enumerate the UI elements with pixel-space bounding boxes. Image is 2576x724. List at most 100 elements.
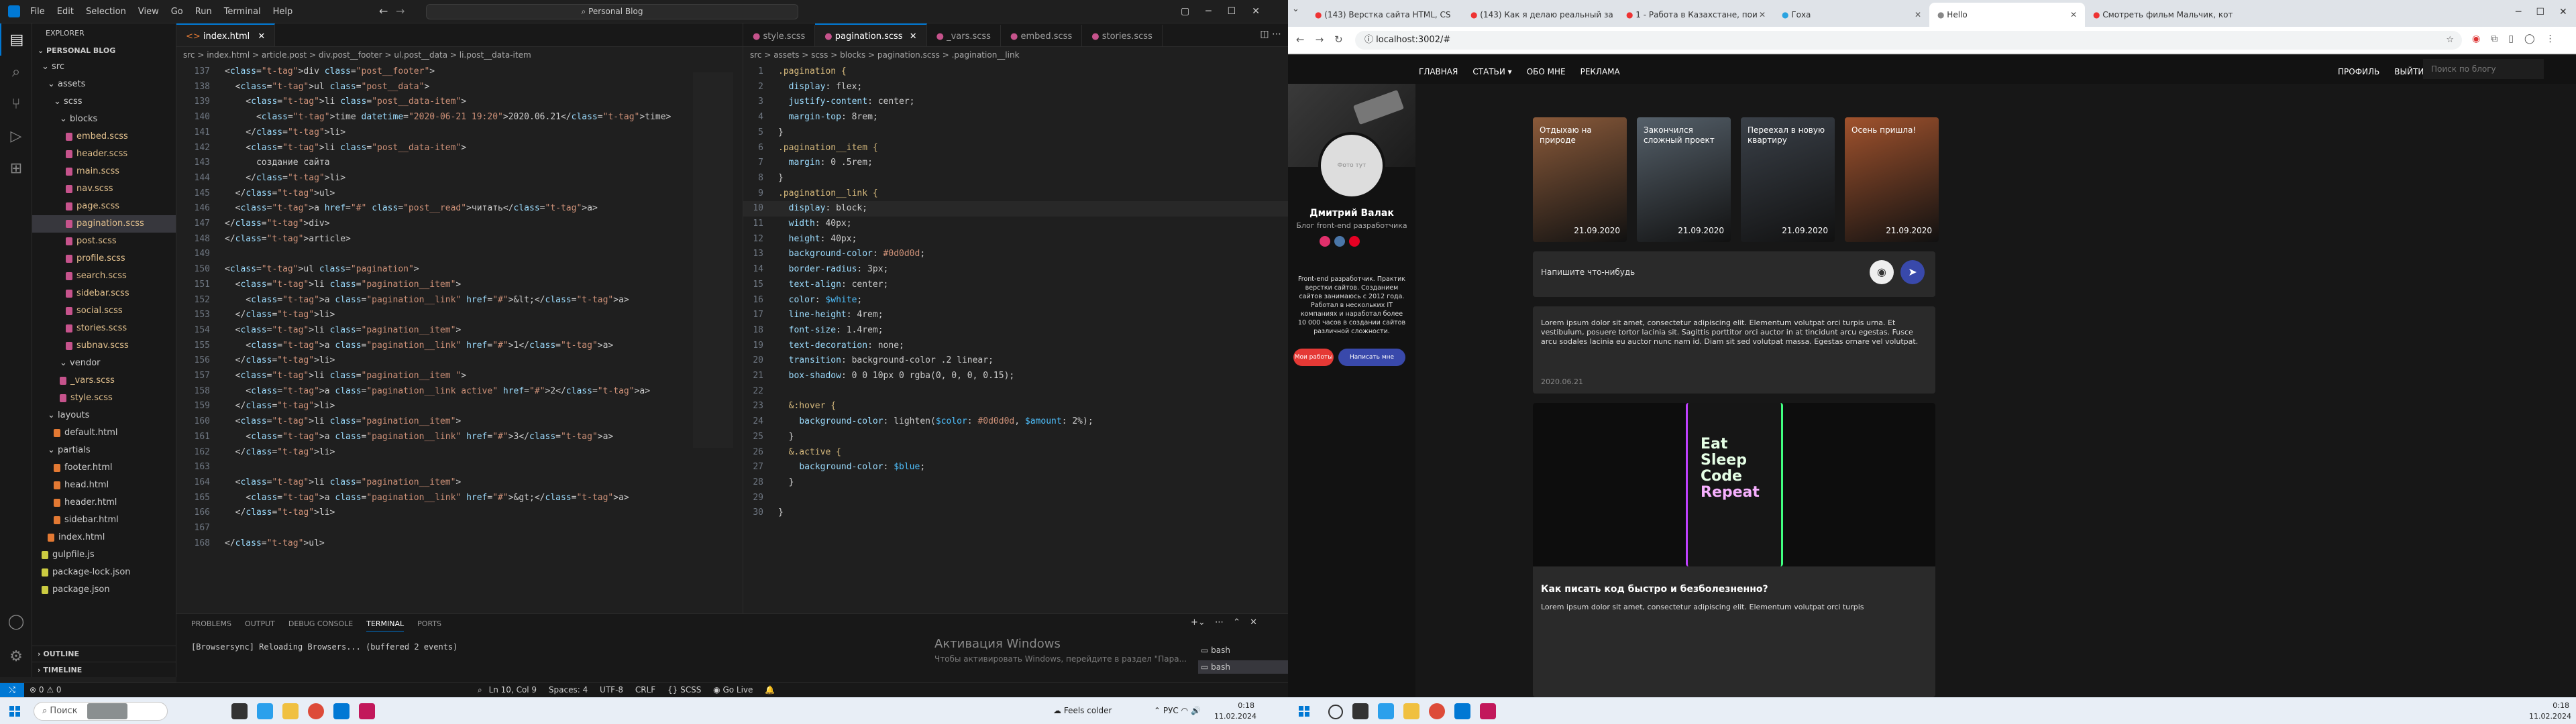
panel-tab-problems[interactable]: PROBLEMS [191,619,231,628]
language-mode[interactable]: {} SCSS [667,685,701,695]
code-line[interactable]: 10 display: block; [743,201,1288,217]
file-explorer-icon[interactable] [1403,703,1419,719]
explorer-icon[interactable]: ▤ [0,23,32,56]
widgets-icon[interactable] [257,703,273,719]
close-window-icon[interactable]: ✕ [2559,7,2567,17]
code-line[interactable]: 144 </class="t-tag">li> [176,171,743,186]
panel-tab-debug-console[interactable]: DEBUG CONSOLE [288,619,353,628]
file-explorer-icon[interactable] [282,703,299,719]
tree-file[interactable]: sidebar.scss [32,285,176,302]
tree-file[interactable]: post.scss [32,233,176,250]
tree-file[interactable]: sidebar.html [32,511,176,529]
encoding[interactable]: UTF-8 [600,685,623,695]
breadcrumb[interactable]: src > index.html > article.post > div.po… [176,47,743,63]
pinterest-icon[interactable] [1349,236,1360,247]
tree-file[interactable]: style.scss [32,389,176,407]
code-line[interactable]: 19 text-decoration: none; [743,339,1288,354]
tree-file[interactable]: social.scss [32,302,176,320]
tree-folder[interactable]: ⌄ assets [32,76,176,93]
code-line[interactable]: 27 background-color: $blue; [743,460,1288,475]
tab-embed-scss[interactable]: ● embed.scss [1001,25,1083,46]
tree-file[interactable]: pagination.scss [32,215,176,233]
tab-index-html[interactable]: <> index.html ✕ [176,23,276,46]
code-line[interactable]: 148 </class="t-tag">article> [176,232,743,247]
code-line[interactable]: 21 box-shadow: 0 0 10px 0 rgba(0, 0, 0, … [743,369,1288,384]
tree-folder[interactable]: ⌄ src [32,58,176,76]
tree-file[interactable]: default.html [32,424,176,442]
widgets-icon[interactable] [1378,703,1394,719]
code-line[interactable]: 16 color: $white; [743,293,1288,308]
start-windows-icon[interactable] [9,706,20,717]
browser-tab[interactable]: ● (143) Верстка сайта HTML, CS ✕ [1307,3,1462,27]
code-line[interactable]: 165 <class="t-tag">a class="pagination__… [176,491,743,506]
reload-icon[interactable]: ↻ [1334,34,1343,46]
zoom-icon[interactable]: ⌕ [478,685,482,695]
menu-edit[interactable]: Edit [57,0,74,23]
tab-stories-scss[interactable]: ● stories.scss [1082,25,1163,46]
extension-icon[interactable]: ◉ [2472,34,2480,44]
code-line[interactable]: 18 font-size: 1.4rem; [743,323,1288,339]
browser-tab[interactable]: ● 1 - Работа в Казахстане, пои ✕ [1618,3,1774,27]
system-tray[interactable]: ⌃ РУС ◠ 🔊 [1154,706,1201,715]
code-line[interactable]: 160 <class="t-tag">li class="pagination_… [176,414,743,430]
tree-file[interactable]: page.scss [32,198,176,215]
code-line[interactable]: 155 <class="t-tag">a class="pagination__… [176,339,743,354]
post-image[interactable]: Eat Sleep Code Repeat [1533,403,1935,566]
account-icon[interactable]: ◯ [0,605,32,638]
code-line[interactable]: 4 margin-top: 8rem; [743,110,1288,125]
tree-file[interactable]: index.html [32,529,176,546]
notifications-bell-icon[interactable]: 🔔 [765,685,775,695]
tree-folder[interactable]: ⌄ scss [32,93,176,111]
terminal-session-1[interactable]: ▭ bash [1201,646,1230,655]
menu-file[interactable]: File [30,0,45,23]
code-line[interactable]: 137 <class="t-tag">div class="post__foote… [176,64,743,80]
code-line[interactable]: 26 &.active { [743,445,1288,461]
tree-file[interactable]: package-lock.json [32,564,176,581]
code-line[interactable]: 29 [743,491,1288,506]
code-line[interactable]: 142 <class="t-tag">li class="post__data-… [176,141,743,156]
split-editor-icon[interactable]: ◫ ⋯ [1260,29,1281,40]
nav-about[interactable]: ОБО МНЕ [1527,67,1566,76]
tree-file[interactable]: search.scss [32,267,176,285]
maximize-icon[interactable]: ☐ [2536,7,2544,17]
run-debug-icon[interactable]: ▷ [0,120,32,152]
menu-selection[interactable]: Selection [86,0,126,23]
task-view-icon[interactable] [1352,703,1368,719]
code-line[interactable]: 166 </class="t-tag">li> [176,505,743,521]
breadcrumb[interactable]: src > assets > scss > blocks > paginatio… [743,47,1288,63]
end-of-line[interactable]: CRLF [635,685,655,695]
close-tab-icon[interactable]: ✕ [910,32,917,42]
tree-file[interactable]: head.html [32,477,176,494]
code-line[interactable]: 154 <class="t-tag">li class="pagination_… [176,323,743,339]
code-line[interactable]: 158 <class="t-tag">a class="pagination__… [176,384,743,400]
app-taskbar-icon[interactable] [1480,703,1496,719]
problems-status[interactable]: ⊗ 0 ⚠ 0 [30,685,62,695]
terminal-output[interactable]: [Browsersync] Reloading Browsers... (buf… [176,634,1288,652]
code-line[interactable]: 24 background-color: lighten($color: #0d… [743,414,1288,430]
nav-forward-icon[interactable]: → [396,5,405,17]
code-line[interactable]: 141 </class="t-tag">li> [176,125,743,141]
tree-file[interactable]: _vars.scss [32,372,176,389]
close-window-icon[interactable]: ✕ [1252,6,1260,17]
code-line[interactable]: 25 } [743,430,1288,445]
vk-icon[interactable] [1334,236,1345,247]
code-line[interactable]: 12 height: 40px; [743,232,1288,247]
tree-file[interactable]: header.scss [32,145,176,163]
tree-file[interactable]: embed.scss [32,128,176,145]
app-taskbar-icon[interactable] [359,703,375,719]
code-line[interactable]: 14 border-radius: 3px; [743,262,1288,278]
nav-profile[interactable]: ПРОФИЛЬ [2338,67,2379,76]
tree-file[interactable]: profile.scss [32,250,176,267]
code-line[interactable]: 151 <class="t-tag">li class="pagination_… [176,278,743,293]
browser-tab[interactable]: ● (143) Как я делаю реальный за ✕ [1462,3,1618,27]
maximize-icon[interactable]: ☐ [1228,6,1236,17]
scss-code[interactable]: 1 .pagination {2 display: flex; 3 justify-… [743,63,1288,521]
address-bar[interactable]: ⓘ localhost:3002/# ☆ [1355,31,2462,50]
clock[interactable]: 0:18 11.02.2024 [1214,701,1256,722]
code-line[interactable]: 149 [176,247,743,262]
search-view-icon[interactable]: ⌕ [0,56,32,88]
nav-logout[interactable]: ВЫЙТИ [2394,67,2424,76]
code-line[interactable]: 22 [743,384,1288,400]
tree-folder[interactable]: ⌄ blocks [32,111,176,128]
code-line[interactable]: 1 .pagination { [743,64,1288,80]
